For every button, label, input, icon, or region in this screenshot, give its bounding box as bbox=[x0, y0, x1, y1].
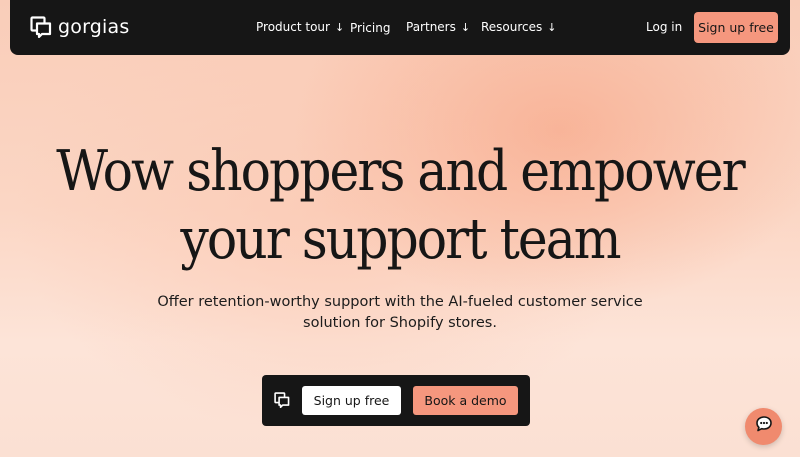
arrow-down-icon: ↓ bbox=[334, 20, 345, 34]
nav-partners[interactable]: Partners ↓ bbox=[406, 20, 470, 34]
top-navbar: gorgias Product tour ↓ Pricing Partners … bbox=[10, 0, 790, 55]
cta-signup-button[interactable]: Sign up free bbox=[302, 386, 401, 415]
chat-launcher-button[interactable] bbox=[745, 408, 782, 445]
subtitle-line: solution for Shopify stores. bbox=[303, 315, 497, 331]
nav-label: Resources bbox=[481, 20, 543, 34]
subtitle-line: Offer retention-worthy support with the … bbox=[157, 294, 643, 310]
login-link[interactable]: Log in bbox=[646, 20, 682, 34]
nav-label: Partners bbox=[406, 20, 456, 34]
nav-pricing[interactable]: Pricing bbox=[350, 21, 390, 35]
arrow-down-icon: ↓ bbox=[460, 20, 471, 34]
nav-label: Pricing bbox=[350, 21, 391, 35]
signup-button[interactable]: Sign up free bbox=[694, 12, 778, 43]
book-demo-button[interactable]: Book a demo bbox=[413, 386, 518, 415]
nav-product-tour[interactable]: Product tour ↓ bbox=[256, 20, 344, 34]
headline-line: Wow shoppers and empower bbox=[56, 139, 745, 204]
arrow-down-icon: ↓ bbox=[547, 20, 557, 34]
brand-name: gorgias bbox=[58, 16, 130, 38]
chat-bubble-icon bbox=[755, 415, 773, 438]
hero-headline: Wow shoppers and empower your support te… bbox=[40, 138, 760, 274]
nav-resources[interactable]: Resources ↓ bbox=[481, 20, 557, 34]
gorgias-logo-icon bbox=[274, 392, 290, 409]
headline-line: your support team bbox=[180, 207, 621, 272]
gorgias-logo-icon bbox=[30, 16, 52, 39]
nav-label: Product tour bbox=[256, 20, 330, 34]
cta-bar: Sign up free Book a demo bbox=[262, 375, 530, 426]
hero-subtitle: Offer retention-worthy support with the … bbox=[140, 292, 660, 334]
brand-logo[interactable]: gorgias bbox=[30, 16, 130, 39]
